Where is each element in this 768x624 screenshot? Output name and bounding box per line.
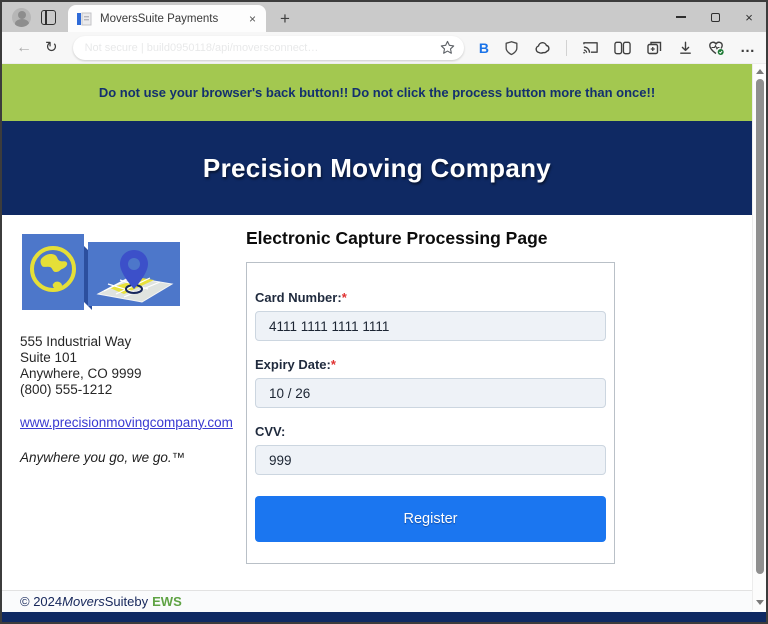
tab-title: MoversSuite Payments [100,12,219,25]
settings-menu-icon[interactable]: … [740,39,756,56]
split-screen-icon[interactable] [614,41,631,55]
toolbar-separator [566,39,567,56]
scrollbar-up-arrow-icon[interactable] [756,69,764,74]
company-name: Precision Moving Company [202,152,552,183]
tab-favicon-icon [77,12,92,25]
shield-extension-icon[interactable] [504,40,519,56]
browser-essentials-icon[interactable] [708,40,725,56]
bottom-navy-strip [2,612,766,622]
refresh-icon[interactable]: ↻ [45,40,58,55]
card-number-required-asterisk: * [341,290,347,305]
address-bar[interactable]: Not secure | build0950118/api/moversconn… [72,35,464,60]
vertical-scrollbar[interactable] [752,64,766,610]
close-button[interactable]: × [732,2,766,32]
expiry-date-label-text: Expiry Date: [255,357,331,372]
copilot-icon[interactable] [534,40,551,56]
card-number-label-text: Card Number: [255,290,342,305]
bitwarden-extension-icon[interactable]: B [479,40,489,56]
cast-icon[interactable] [582,40,599,55]
address-line-2: Suite 101 [20,349,78,365]
brand-suite: Suite [104,594,135,609]
address-line-1: 555 Industrial Way [20,334,132,349]
payments-page: Do not use your browser's back button!! … [2,64,752,612]
expiry-date-required-asterisk: * [330,357,336,372]
cvv-label-text: CVV: [255,424,286,439]
address-line-3: Anywhere, CO 9999 [20,365,142,381]
warning-banner-text: Do not use your browser's back button!! … [98,85,656,100]
page-viewport: Do not use your browser's back button!! … [2,64,766,622]
title-bar: MoversSuite Payments × + × [2,2,766,32]
footer-by-text: by [134,594,149,609]
company-tagline: Anywhere you go, we go.™ [20,449,186,465]
maximize-icon [710,12,720,22]
company-sidebar: 555 Industrial Way Suite 101 Anywhere, C… [2,215,233,590]
address-line-4: (800) 555-1212 [20,381,113,397]
main-content: Electronic Capture Processing Page Card … [232,215,752,590]
expiry-date-input[interactable] [255,378,606,408]
collections-add-icon[interactable] [646,40,663,56]
page-footer: © 2024 Movers Suite by EWS [2,590,752,612]
cvv-label: CVV: [255,424,606,439]
company-logo [22,234,180,310]
company-website-link[interactable]: www.precisionmovingcompany.com [20,415,233,430]
title-bar-left [2,2,56,32]
browser-window: MoversSuite Payments × + × ← ↻ Not secur… [2,2,766,622]
toolbar-extensions: B … [479,39,756,56]
tab-moverssuite-payments[interactable]: MoversSuite Payments × [68,5,266,32]
brand-movers: Movers [62,594,105,609]
warning-banner: Do not use your browser's back button!! … [2,64,752,121]
page-content: 555 Industrial Way Suite 101 Anywhere, C… [2,215,752,590]
url-text: Not secure | build0950118/api/moversconn… [84,41,319,54]
card-number-input[interactable] [255,311,606,341]
window-controls: × [664,2,766,32]
card-number-label: Card Number:* [255,290,606,305]
minimize-icon [676,16,686,18]
ews-link[interactable]: EWS [152,594,182,609]
profile-avatar-icon[interactable] [12,7,31,27]
payment-form: Card Number:* Expiry Date:* CVV: Registe… [246,262,615,564]
company-header: Precision Moving Company [2,121,752,215]
maximize-button[interactable] [698,2,732,32]
page-title: Electronic Capture Processing Page [246,228,548,248]
back-icon[interactable]: ← [16,39,32,56]
register-button[interactable]: Register [255,496,606,542]
cvv-input[interactable] [255,445,606,475]
new-tab-button[interactable]: + [280,5,290,32]
scrollbar-thumb[interactable] [756,79,764,574]
browser-toolbar: ← ↻ Not secure | build0950118/api/movers… [2,32,766,64]
minimize-button[interactable] [664,2,698,32]
tab-close-icon[interactable]: × [247,12,258,26]
copyright-text: © 2024 [20,594,63,609]
workspaces-icon[interactable] [41,9,56,25]
downloads-icon[interactable] [678,40,693,56]
scrollbar-down-arrow-icon[interactable] [756,600,764,605]
expiry-date-label: Expiry Date:* [255,357,606,372]
favorites-star-icon[interactable] [440,40,455,55]
